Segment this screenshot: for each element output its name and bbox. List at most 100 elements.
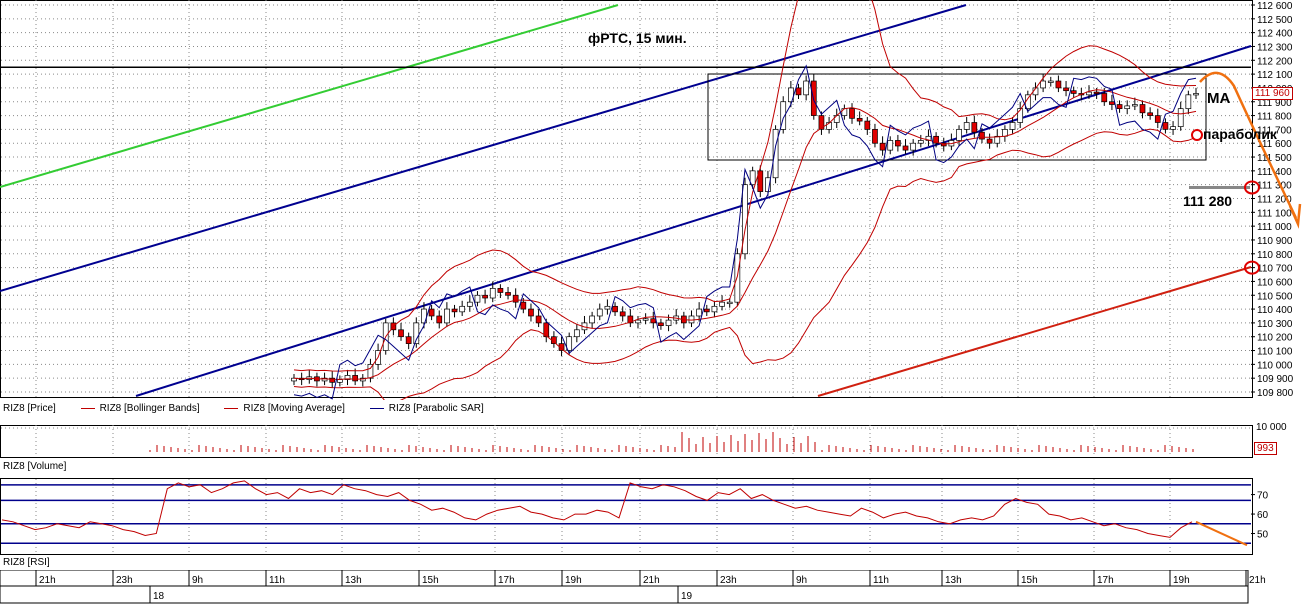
time-tick-label: 15h bbox=[422, 575, 439, 586]
price-tick-label: 112 200 bbox=[1257, 56, 1293, 67]
ma-annotation: МА bbox=[1207, 90, 1231, 107]
candle bbox=[1040, 80, 1046, 89]
price-tick-label: 111 300 bbox=[1257, 181, 1292, 192]
candle bbox=[1116, 104, 1123, 110]
rsi-tick-label: 50 bbox=[1257, 530, 1269, 541]
time-tick-label: 11h bbox=[873, 575, 889, 586]
price-tick-label: 109 800 bbox=[1257, 388, 1294, 399]
time-tick-label: 21h bbox=[643, 575, 660, 586]
candle bbox=[902, 145, 909, 151]
rsi-line bbox=[1, 480, 1193, 538]
candle bbox=[665, 319, 672, 327]
price-tick-label: 112 400 bbox=[1257, 29, 1293, 40]
time-tick-label: 17h bbox=[1097, 575, 1114, 586]
candle bbox=[459, 305, 466, 313]
candle bbox=[872, 129, 878, 144]
volume-chart bbox=[1, 425, 1251, 456]
legend-sar: RIZ8 [Parabolic SAR] bbox=[369, 403, 484, 414]
time-tick-label: 17h bbox=[498, 575, 515, 586]
rsi-tick-label: 60 bbox=[1257, 510, 1269, 521]
price-tick-label: 111 100 bbox=[1257, 208, 1292, 219]
candle bbox=[910, 142, 917, 151]
candle bbox=[650, 318, 657, 324]
candle bbox=[1177, 108, 1184, 127]
candle bbox=[1086, 91, 1092, 96]
candle bbox=[711, 305, 718, 313]
legend-bollinger: RIZ8 [Bollinger Bands] bbox=[80, 403, 200, 414]
candle bbox=[474, 294, 481, 303]
candle bbox=[726, 301, 733, 305]
time-tick-label: 19h bbox=[1173, 575, 1190, 586]
candle bbox=[917, 140, 924, 144]
candle bbox=[596, 308, 603, 317]
price-tick-label: 110 700 bbox=[1257, 264, 1293, 275]
candle bbox=[1170, 126, 1176, 130]
candle bbox=[963, 122, 970, 130]
candle bbox=[1063, 87, 1069, 92]
candle bbox=[1124, 105, 1131, 110]
candle bbox=[803, 80, 810, 96]
time-tick-label: 23h bbox=[116, 575, 133, 586]
candle bbox=[573, 329, 580, 338]
candle bbox=[658, 322, 664, 327]
date-label: 19 bbox=[681, 591, 693, 602]
price-tick-label: 110 400 bbox=[1257, 305, 1293, 316]
candle bbox=[1147, 112, 1153, 116]
legend-price: RIZ8 [Price] bbox=[3, 403, 56, 414]
candle bbox=[337, 379, 343, 383]
candle bbox=[489, 287, 496, 299]
parabolic-annotation: параболик bbox=[1203, 126, 1277, 142]
chart-title: фРТС, 15 мин. bbox=[588, 30, 687, 46]
candle bbox=[444, 308, 450, 324]
parabolic-circle-marker bbox=[1191, 129, 1203, 141]
candle bbox=[619, 311, 626, 317]
candle bbox=[520, 301, 527, 310]
candle bbox=[451, 308, 458, 313]
candle bbox=[497, 287, 504, 293]
candle bbox=[1047, 80, 1054, 83]
candle bbox=[1139, 104, 1146, 114]
candle bbox=[772, 129, 779, 179]
candle bbox=[887, 140, 894, 151]
candle bbox=[604, 305, 611, 310]
candle bbox=[703, 308, 710, 313]
candle bbox=[895, 140, 901, 147]
candle bbox=[719, 301, 725, 307]
candle bbox=[879, 142, 886, 151]
candle bbox=[1070, 90, 1077, 94]
price-legend: RIZ8 [Price] RIZ8 [Bollinger Bands] RIZ8… bbox=[3, 403, 506, 414]
rsi-panel-title: RIZ8 [RSI] bbox=[3, 557, 50, 568]
red-trendline bbox=[817, 266, 1252, 397]
last-price-label: 111 960 bbox=[1252, 87, 1293, 100]
price-chart: 112 600 112 500 112 400 112 300 112 200 112 1… bbox=[0, 0, 1302, 400]
time-tick-label: 9h bbox=[796, 575, 807, 586]
candle bbox=[398, 329, 404, 338]
time-tick-label: 19h bbox=[565, 575, 582, 586]
candle bbox=[956, 129, 962, 141]
time-tick-label: 13h bbox=[345, 575, 362, 586]
volume-panel-title: RIZ8 [Volume] bbox=[3, 461, 67, 472]
time-tick-label: 21h bbox=[39, 575, 56, 586]
legend-ma: RIZ8 [Moving Average] bbox=[224, 403, 345, 414]
candle bbox=[512, 294, 519, 303]
time-tick-label: 11h bbox=[269, 575, 285, 586]
candle bbox=[849, 108, 855, 119]
price-tick-label: 112 100 bbox=[1257, 70, 1293, 81]
time-tick-label: 23h bbox=[720, 575, 737, 586]
candle bbox=[1193, 93, 1199, 96]
price-tick-label: 110 300 bbox=[1257, 319, 1293, 330]
candle bbox=[482, 294, 488, 299]
candle bbox=[833, 115, 840, 123]
candle bbox=[436, 315, 443, 324]
time-tick-label: 13h bbox=[945, 575, 962, 586]
candle bbox=[612, 305, 618, 313]
level-annotation: 111 280 bbox=[1183, 193, 1233, 209]
candle bbox=[1009, 122, 1016, 130]
candle bbox=[1131, 104, 1138, 107]
candle bbox=[528, 308, 534, 317]
candle bbox=[795, 87, 802, 96]
rsi-chart: 70 60 50 bbox=[1, 479, 1269, 553]
candle bbox=[1101, 93, 1108, 103]
price-tick-label: 109 900 bbox=[1257, 374, 1294, 385]
candle bbox=[428, 308, 435, 317]
